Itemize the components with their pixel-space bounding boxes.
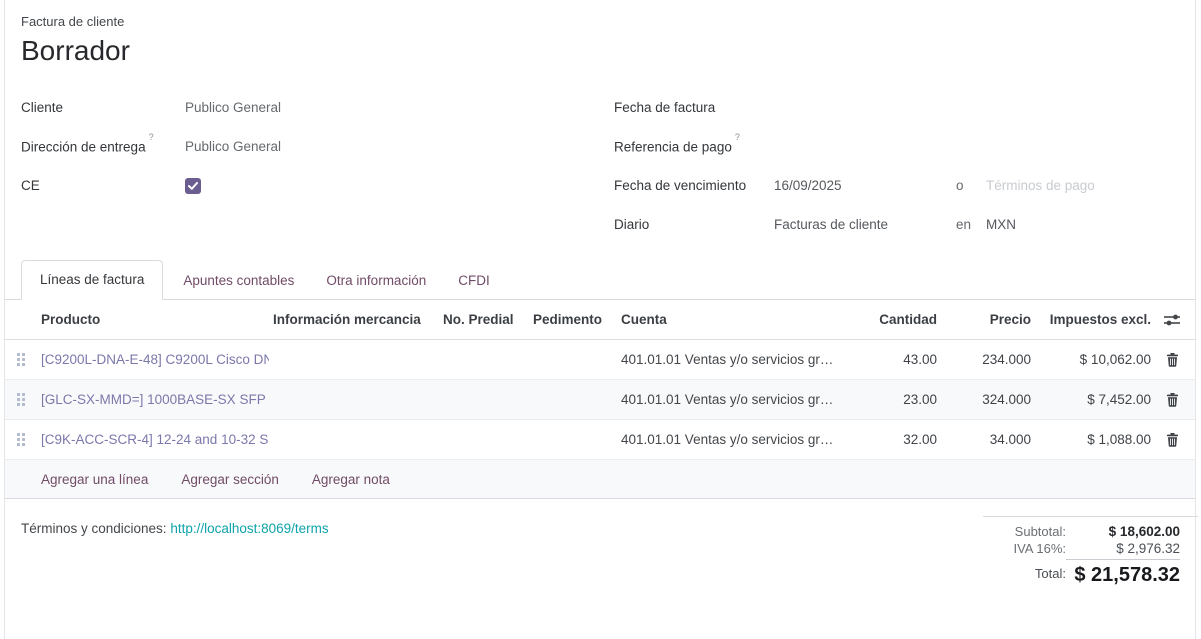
field-row-cliente: Cliente Publico General (21, 88, 581, 127)
left-field-group: Cliente Publico General Dirección de ent… (21, 88, 581, 205)
direccion-label: Dirección de entrega? (21, 138, 185, 155)
header-info-mercancia[interactable]: Información mercancia (269, 312, 439, 327)
direccion-value[interactable]: Publico General (185, 139, 281, 154)
field-row-referencia-pago: Referencia de pago? (614, 127, 1194, 166)
tab-lineas-de-factura[interactable]: Líneas de factura (21, 260, 163, 300)
currency-value[interactable]: MXN (986, 217, 1016, 232)
price-cell[interactable]: 324.000 (941, 392, 1035, 407)
drag-handle[interactable] (5, 353, 37, 366)
check-icon (188, 182, 198, 190)
notebook-tabs: Líneas de factura Apuntes contables Otra… (5, 262, 1195, 300)
tax-row: IVA 16%: $ 2,976.32 (983, 541, 1198, 556)
delete-line-button[interactable] (1155, 433, 1195, 447)
field-row-diario: Diario Facturas de cliente en MXN (614, 205, 1194, 244)
terms-and-conditions: Términos y condiciones: http://localhost… (21, 521, 329, 536)
help-icon: ? (735, 132, 740, 142)
tab-apuntes-contables[interactable]: Apuntes contables (183, 262, 294, 299)
quantity-cell[interactable]: 43.00 (845, 352, 941, 367)
invoice-lines-table: Producto Información mercancia No. Predi… (5, 300, 1195, 499)
ce-checkbox[interactable] (185, 178, 201, 194)
drag-handle[interactable] (5, 433, 37, 446)
invoice-status-title: Borrador (21, 35, 130, 67)
add-note-link[interactable]: Agregar nota (312, 472, 390, 487)
total-value: $ 21,578.32 (1066, 559, 1180, 587)
tax-value: $ 2,976.32 (1066, 541, 1180, 556)
fecha-vencimiento-value[interactable]: 16/09/2025 (774, 178, 956, 193)
header-no-predial[interactable]: No. Predial (439, 312, 529, 327)
header-cuenta[interactable]: Cuenta (617, 312, 845, 327)
drag-handle-icon (17, 393, 26, 406)
field-row-fecha-factura: Fecha de factura (614, 88, 1194, 127)
referencia-pago-label: Referencia de pago? (614, 138, 774, 155)
total-label: Total: (1035, 566, 1066, 581)
field-row-direccion: Dirección de entrega? Publico General (21, 127, 581, 166)
fecha-factura-label: Fecha de factura (614, 100, 774, 115)
sliders-icon (1164, 313, 1181, 327)
document-type-label: Factura de cliente (21, 14, 130, 29)
subtotal-row: Subtotal: $ 18,602.00 (983, 524, 1198, 539)
drag-handle-icon (17, 433, 26, 446)
add-line-link[interactable]: Agregar una línea (41, 472, 148, 487)
invoice-form-sheet: Factura de cliente Borrador Cliente Publ… (4, 0, 1196, 639)
table-add-row: Agregar una línea Agregar sección Agrega… (5, 460, 1195, 499)
fecha-vencimiento-label: Fecha de vencimiento (614, 178, 774, 193)
field-row-ce: CE (21, 166, 581, 205)
help-icon: ? (149, 132, 154, 142)
totals-summary: Subtotal: $ 18,602.00 IVA 16%: $ 2,976.3… (983, 516, 1198, 589)
tab-cfdi[interactable]: CFDI (458, 262, 490, 299)
header-precio[interactable]: Precio (941, 312, 1035, 327)
diario-label: Diario (614, 217, 774, 232)
price-cell[interactable]: 34.000 (941, 432, 1035, 447)
trash-icon (1166, 393, 1179, 407)
subtotal-cell[interactable]: $ 7,452.00 (1035, 392, 1155, 407)
subtotal-label: Subtotal: (1015, 524, 1066, 539)
product-cell[interactable]: [GLC-SX-MMD=] 1000BASE-SX SFP tr (37, 392, 269, 407)
trash-icon (1166, 433, 1179, 447)
tax-label: IVA 16%: (1013, 541, 1066, 556)
table-row: [C9K-ACC-SCR-4] 12-24 and 10-32 SC 401.0… (5, 420, 1195, 460)
total-row: Total: $ 21,578.32 (983, 559, 1198, 587)
account-cell[interactable]: 401.01.01 Ventas y/o servicios gr… (617, 432, 845, 447)
delete-line-button[interactable] (1155, 353, 1195, 367)
subtotal-value: $ 18,602.00 (1066, 524, 1180, 539)
table-row: [C9200L-DNA-E-48] C9200L Cisco DN 401.01… (5, 340, 1195, 380)
cliente-value[interactable]: Publico General (185, 100, 281, 115)
header-cantidad[interactable]: Cantidad (845, 312, 941, 327)
o-connector-text: o (956, 178, 986, 193)
diario-value[interactable]: Facturas de cliente (774, 217, 956, 232)
product-cell[interactable]: [C9K-ACC-SCR-4] 12-24 and 10-32 SC (37, 432, 269, 447)
quantity-cell[interactable]: 23.00 (845, 392, 941, 407)
table-header-row: Producto Información mercancia No. Predi… (5, 300, 1195, 340)
subtotal-cell[interactable]: $ 1,088.00 (1035, 432, 1155, 447)
table-row: [GLC-SX-MMD=] 1000BASE-SX SFP tr 401.01.… (5, 380, 1195, 420)
field-row-fecha-vencimiento: Fecha de vencimiento 16/09/2025 o Términ… (614, 166, 1194, 205)
invoice-header: Factura de cliente Borrador (21, 14, 130, 67)
ce-label: CE (21, 178, 185, 193)
terms-label: Términos y condiciones: (21, 521, 167, 536)
payment-terms-field[interactable]: Términos de pago (986, 178, 1095, 193)
cliente-label: Cliente (21, 100, 185, 115)
header-pedimento[interactable]: Pedimento (529, 312, 617, 327)
trash-icon (1166, 353, 1179, 367)
terms-link[interactable]: http://localhost:8069/terms (170, 521, 328, 536)
subtotal-cell[interactable]: $ 10,062.00 (1035, 352, 1155, 367)
product-cell[interactable]: [C9200L-DNA-E-48] C9200L Cisco DN (37, 352, 269, 367)
drag-handle[interactable] (5, 393, 37, 406)
right-field-group: Fecha de factura Referencia de pago? Fec… (614, 88, 1194, 244)
add-section-link[interactable]: Agregar sección (181, 472, 279, 487)
header-impuestos-excl[interactable]: Impuestos excl. (1035, 312, 1155, 327)
account-cell[interactable]: 401.01.01 Ventas y/o servicios gr… (617, 392, 845, 407)
tab-otra-informacion[interactable]: Otra información (326, 262, 426, 299)
account-cell[interactable]: 401.01.01 Ventas y/o servicios gr… (617, 352, 845, 367)
delete-line-button[interactable] (1155, 393, 1195, 407)
header-producto[interactable]: Producto (37, 312, 269, 327)
price-cell[interactable]: 234.000 (941, 352, 1035, 367)
optional-columns-button[interactable] (1155, 313, 1195, 327)
quantity-cell[interactable]: 32.00 (845, 432, 941, 447)
en-connector-text: en (956, 217, 986, 232)
drag-handle-icon (17, 353, 26, 366)
